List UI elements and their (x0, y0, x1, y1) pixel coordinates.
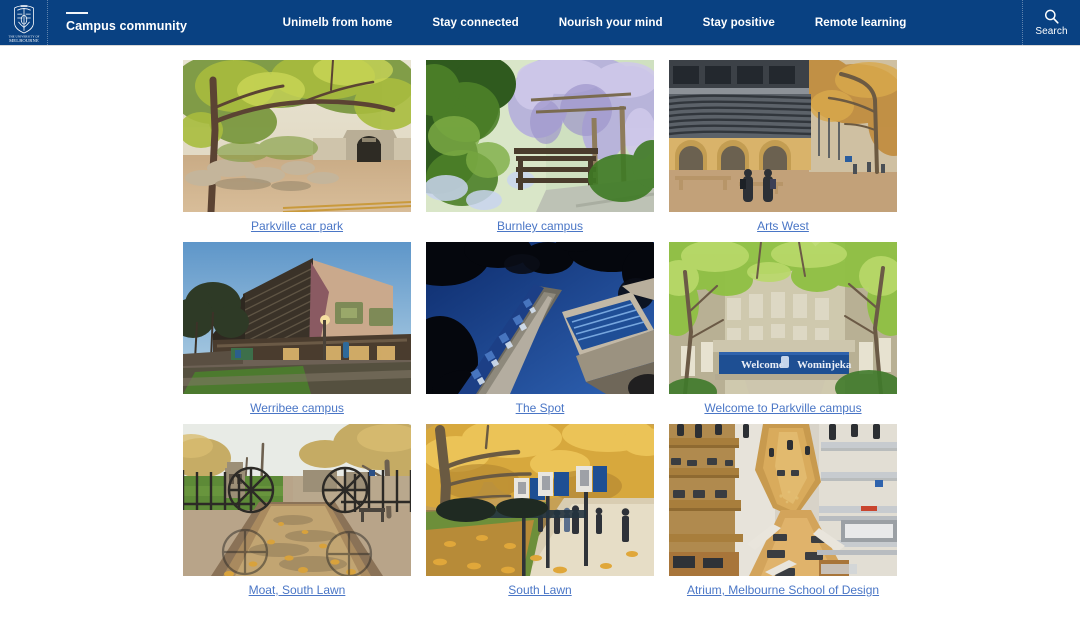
gallery-tile: Moat, South Lawn (183, 424, 411, 606)
gallery-tile: Burnley campus (426, 60, 654, 242)
caption-link-werribee-campus[interactable]: Werribee campus (250, 401, 344, 415)
caption-link-arts-west[interactable]: Arts West (757, 219, 809, 233)
nav-item-remote-learning[interactable]: Remote learning (815, 16, 907, 29)
brand-logo[interactable]: THE UNIVERSITY OF MELBOURNE (0, 0, 48, 45)
section-title: Campus community (66, 19, 188, 33)
caption: Moat, South Lawn (183, 576, 411, 606)
site-header: THE UNIVERSITY OF MELBOURNE Campus commu… (0, 0, 1080, 46)
thumbnail-arts-west[interactable] (669, 60, 897, 212)
caption: The Spot (426, 394, 654, 424)
section-rule-divider (66, 12, 88, 14)
gallery-tile: Atrium, Melbourne School of Design (669, 424, 897, 606)
caption-link-south-lawn[interactable]: South Lawn (508, 583, 571, 597)
section-heading: Campus community (48, 0, 187, 45)
search-icon (1044, 9, 1059, 24)
thumbnail-the-spot[interactable] (426, 242, 654, 394)
caption: South Lawn (426, 576, 654, 606)
gallery-row: Parkville car park Burnley campus Arts W… (183, 60, 897, 242)
caption: Burnley campus (426, 212, 654, 242)
svg-text:Wominjeka: Wominjeka (797, 359, 852, 371)
nav-item-nourish-your-mind[interactable]: Nourish your mind (559, 16, 663, 29)
gallery-tile: South Lawn (426, 424, 654, 606)
gallery-tile: Parkville car park (183, 60, 411, 242)
gallery-tile: Arts West (669, 60, 897, 242)
caption: Atrium, Melbourne School of Design (669, 576, 897, 606)
university-of-melbourne-crest-icon: THE UNIVERSITY OF MELBOURNE (8, 4, 39, 42)
gallery-tile: The Spot (426, 242, 654, 424)
thumbnail-parkville-car-park[interactable] (183, 60, 411, 212)
svg-text:Welcome: Welcome (741, 359, 784, 371)
caption-link-the-spot[interactable]: The Spot (516, 401, 565, 415)
caption: Arts West (669, 212, 897, 242)
thumbnail-south-lawn[interactable] (426, 424, 654, 576)
gallery-row: Werribee campus The Spot Welcome Wominje… (183, 242, 897, 424)
caption: Werribee campus (183, 394, 411, 424)
caption-link-parkville-car-park[interactable]: Parkville car park (251, 219, 343, 233)
caption-link-atrium-msd[interactable]: Atrium, Melbourne School of Design (687, 583, 879, 597)
gallery-row: Moat, South Lawn South Lawn Atrium, Melb… (183, 424, 897, 606)
caption-link-welcome-parkville[interactable]: Welcome to Parkville campus (704, 401, 861, 415)
nav-item-unimelb-from-home[interactable]: Unimelb from home (283, 16, 393, 29)
search-button[interactable]: Search (1022, 0, 1080, 45)
search-label: Search (1035, 26, 1068, 37)
svg-text:MELBOURNE: MELBOURNE (9, 37, 39, 42)
gallery-tile: Welcome Wominjeka Welcome to Parkville c… (669, 242, 897, 424)
nav-item-stay-connected[interactable]: Stay connected (432, 16, 518, 29)
main-navigation: Unimelb from home Stay connected Nourish… (187, 0, 1022, 45)
thumbnail-werribee-campus[interactable] (183, 242, 411, 394)
thumbnail-welcome-parkville[interactable]: Welcome Wominjeka (669, 242, 897, 394)
thumbnail-burnley-campus[interactable] (426, 60, 654, 212)
nav-item-stay-positive[interactable]: Stay positive (703, 16, 775, 29)
caption-link-burnley-campus[interactable]: Burnley campus (497, 219, 583, 233)
caption: Parkville car park (183, 212, 411, 242)
gallery-tile: Werribee campus (183, 242, 411, 424)
thumbnail-moat-south-lawn[interactable] (183, 424, 411, 576)
thumbnail-atrium-msd[interactable] (669, 424, 897, 576)
caption-link-moat-south-lawn[interactable]: Moat, South Lawn (249, 583, 346, 597)
caption: Welcome to Parkville campus (669, 394, 897, 424)
campus-image-gallery: Parkville car park Burnley campus Arts W… (0, 46, 1080, 606)
